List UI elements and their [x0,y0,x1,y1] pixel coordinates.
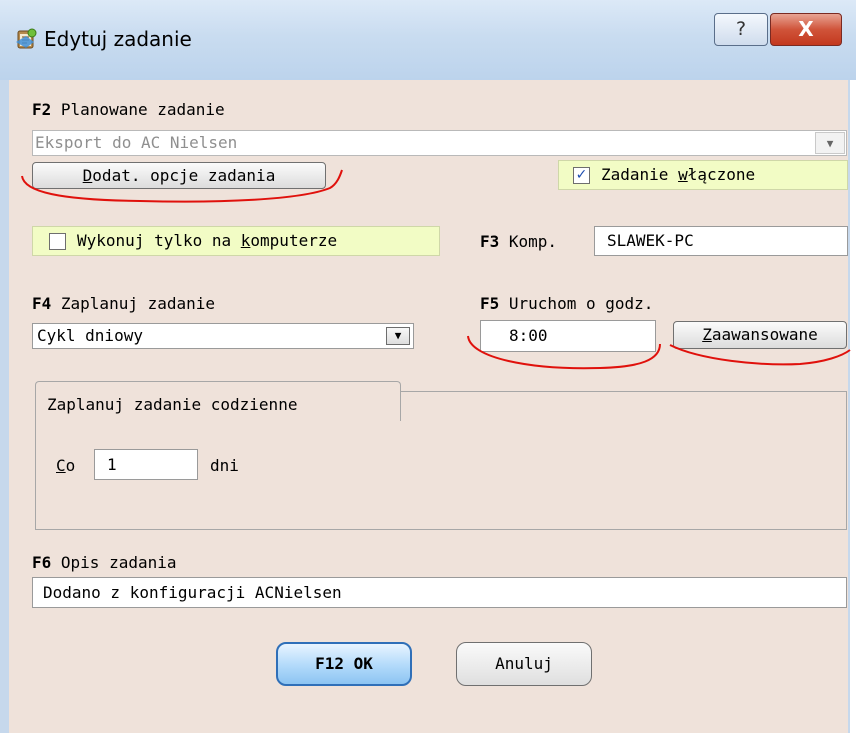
planned-task-label: F2 Planowane zadanie [32,100,225,119]
advanced-button[interactable]: Zaawansowane [673,321,847,349]
close-button[interactable]: X [770,13,842,46]
task-scheduler-icon [16,28,37,49]
run-at-label: F5 Uruchom o godz. [480,294,653,313]
run-only-on-label-pre: Wykonuj tylko na [77,231,241,250]
title-bar: Edytuj zadanie ? X [0,0,856,80]
run-at-time-field[interactable]: 8:00 [480,320,656,352]
schedule-value: Cykl dniowy [37,326,143,345]
run-at-key: F5 [480,294,500,313]
every-days-field[interactable]: 1 [94,449,198,480]
planned-task-value: Eksport do AC Nielsen [35,133,238,152]
schedule-label-text: Zaplanuj zadanie [51,294,216,313]
description-label-text: Opis zadania [51,553,177,572]
planned-task-key: F2 [32,100,52,119]
task-enabled-checkbox[interactable]: ✓ [573,167,590,184]
window-frame-left [0,80,9,733]
run-only-on-label: Wykonuj tylko na komputerze [77,231,337,250]
help-button[interactable]: ? [714,13,768,46]
cancel-button[interactable]: Anuluj [456,642,592,686]
run-only-on-checkbox[interactable] [49,233,66,250]
every-mnemonic: C [56,456,66,475]
chevron-down-icon[interactable]: ▼ [815,132,845,154]
window-title: Edytuj zadanie [44,27,192,51]
run-only-on-row[interactable]: Wykonuj tylko na komputerze [32,226,440,256]
task-enabled-mnemonic: w [678,165,688,184]
task-enabled-label-pre: Zadanie [601,165,679,184]
run-only-on-mnemonic: k [240,231,251,250]
extra-options-label: odat. opcje zadania [92,166,276,185]
every-label-rest: o [65,456,76,475]
advanced-label: aawansowane [711,325,818,344]
every-label: Co [56,456,75,475]
description-label: F6 Opis zadania [32,553,177,572]
computer-field[interactable]: SLAWEK-PC [594,226,848,256]
daily-schedule-title: Zaplanuj zadanie codzienne [47,395,298,414]
computer-label-text: Komp. [499,232,558,251]
planned-task-label-text: Planowane zadanie [51,100,225,119]
schedule-select[interactable]: Cykl dniowy ▼ [32,323,414,349]
task-enabled-label-post: łączone [687,165,756,184]
chevron-down-icon[interactable]: ▼ [386,327,410,345]
task-enabled-label: Zadanie włączone [601,165,755,184]
planned-task-select[interactable]: Eksport do AC Nielsen ▼ [32,130,847,156]
run-at-label-text: Uruchom o godz. [499,294,654,313]
extra-options-button[interactable]: Dodat. opcje zadania [32,162,326,189]
schedule-key: F4 [32,294,52,313]
ok-button[interactable]: F12 OK [276,642,412,686]
description-field[interactable]: Dodano z konfiguracji ACNielsen [32,577,847,608]
computer-key: F3 [480,232,500,251]
schedule-label: F4 Zaplanuj zadanie [32,294,215,313]
computer-label: F3 Komp. [480,232,557,251]
window-frame-edge [850,80,856,733]
task-enabled-row[interactable]: ✓ Zadanie włączone [558,160,848,190]
run-only-on-label-post: omputerze [250,231,338,250]
advanced-mnemonic: Z [702,325,712,344]
days-unit-label: dni [210,456,239,475]
description-key: F6 [32,553,52,572]
extra-options-mnemonic: D [82,166,93,185]
